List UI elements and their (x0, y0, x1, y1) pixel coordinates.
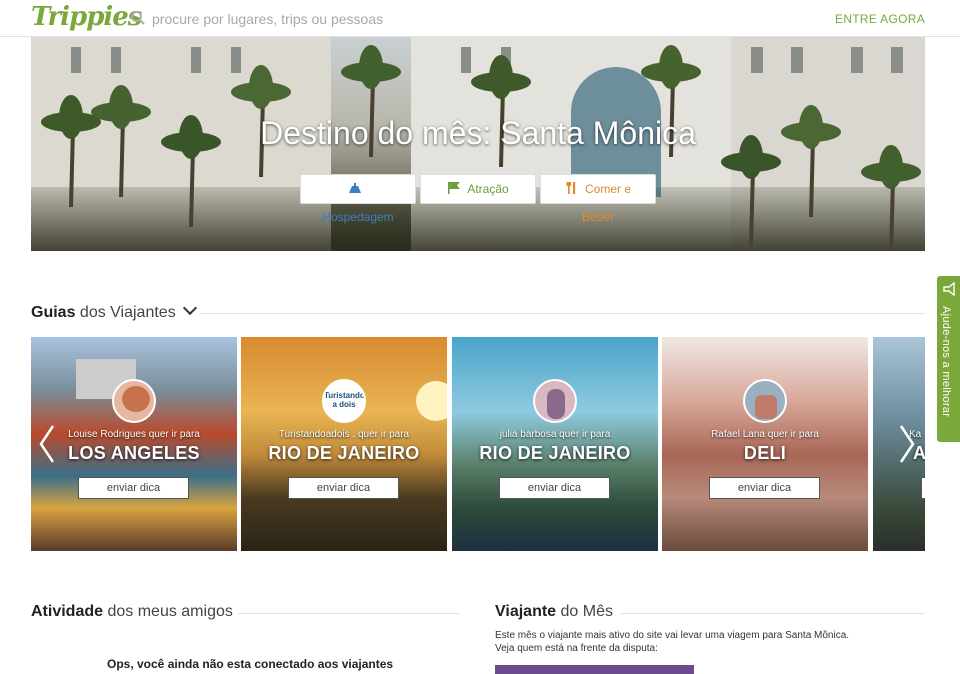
not-connected-message: Ops, você ainda não esta conectado aos v… (107, 657, 394, 671)
hero-banner: Destino do mês: Santa Mônica Hospedagem … (31, 37, 925, 251)
hero-window (791, 47, 803, 73)
bed-icon (349, 183, 361, 193)
send-tip-button[interactable]: enviar dica (499, 477, 610, 499)
activity-title-rest: dos meus amigos (107, 603, 233, 620)
traveler-image[interactable] (495, 665, 694, 674)
traveler-description: Este mês o viajante mais ativo do site v… (495, 629, 915, 655)
avatar: Turistando a dois (322, 379, 366, 423)
hero-window (71, 47, 81, 73)
guide-card[interactable]: julia barbosa quer ir para RIO DE JANEIR… (452, 337, 658, 551)
section-divider (200, 313, 925, 314)
hero-window (851, 47, 863, 73)
hero-category-buttons: Hospedagem Atração Comer e Beber (31, 174, 925, 224)
avatar (533, 379, 577, 423)
send-tip-button[interactable]: enviar dica (288, 477, 399, 499)
send-tip-button[interactable]: enviar dica (78, 477, 189, 499)
hero-window (461, 47, 471, 73)
fork-knife-icon (566, 182, 576, 194)
hero-window (891, 47, 903, 73)
hero-window (111, 47, 121, 73)
guide-card[interactable]: Rafael Lana quer ir para DELI enviar dic… (662, 337, 868, 551)
lodging-button-label: Hospedagem (322, 210, 394, 224)
card-user-text: julia barbosa quer ir para (499, 429, 611, 440)
card-city: LOS ANGELES (68, 443, 200, 463)
carousel-prev-arrow[interactable] (37, 424, 57, 464)
hero-window (751, 47, 763, 73)
traveler-title-bold: Viajante (495, 603, 557, 620)
guides-title-rest: dos Viajantes (79, 304, 176, 321)
card-city: RIO DE JANEIRO (479, 443, 631, 463)
section-divider (238, 613, 460, 614)
hero-title: Destino do mês: Santa Mônica (260, 115, 696, 151)
card-city: RIO DE JANEIRO (268, 443, 420, 463)
guides-section-title[interactable]: Guias dos Viajantes (31, 300, 197, 322)
search-icon (131, 11, 145, 25)
send-tip-button[interactable]: enviar dica (709, 477, 820, 499)
feedback-tab[interactable]: Ajude-nos a melhorar (937, 276, 960, 442)
feedback-tab-label: Ajude-nos a melhorar (940, 306, 952, 418)
top-bar: Trippies ENTRE AGORA (0, 0, 960, 37)
avatar (743, 379, 787, 423)
lodging-button[interactable]: Hospedagem (300, 174, 416, 224)
activity-title-bold: Atividade (31, 603, 104, 620)
megaphone-icon (943, 282, 955, 296)
food-button[interactable]: Comer e Beber (540, 174, 656, 224)
guides-carousel: Louise Rodrigues quer ir para LOS ANGELE… (31, 337, 925, 551)
card-user-text: Louise Rodrigues quer ir para (68, 429, 200, 440)
hero-window (191, 47, 201, 73)
guide-card[interactable]: Turistando a dois Turistandoadois . quer… (241, 337, 447, 551)
send-tip-button[interactable] (921, 477, 925, 499)
attraction-button[interactable]: Atração (420, 174, 536, 204)
traveler-section-title: Viajante do Mês (495, 603, 613, 621)
section-divider (620, 613, 925, 614)
traveler-line-2: Veja quem está na frente da disputa: (495, 643, 658, 654)
guide-card[interactable]: Louise Rodrigues quer ir para LOS ANGELE… (31, 337, 237, 551)
login-link[interactable]: ENTRE AGORA (835, 12, 925, 26)
chevron-down-icon[interactable] (182, 300, 197, 316)
carousel-next-arrow[interactable] (897, 424, 917, 464)
guides-title-bold: Guias (31, 304, 76, 321)
avatar-logo-text: Turistando a dois (324, 391, 365, 409)
search-box[interactable] (130, 8, 550, 30)
avatar (112, 379, 156, 423)
traveler-line-1: Este mês o viajante mais ativo do site v… (495, 630, 850, 641)
card-user-text: Rafael Lana quer ir para (711, 429, 819, 440)
search-input[interactable] (152, 8, 532, 30)
flag-icon (448, 182, 461, 194)
card-city: DELI (743, 443, 787, 463)
logo[interactable]: Trippies (31, 2, 142, 32)
card-user-text: Turistandoadois . quer ir para (278, 429, 410, 440)
activity-section-title: Atividade dos meus amigos (31, 603, 233, 621)
attraction-button-label: Atração (467, 182, 509, 196)
traveler-title-rest: do Mês (560, 603, 613, 620)
